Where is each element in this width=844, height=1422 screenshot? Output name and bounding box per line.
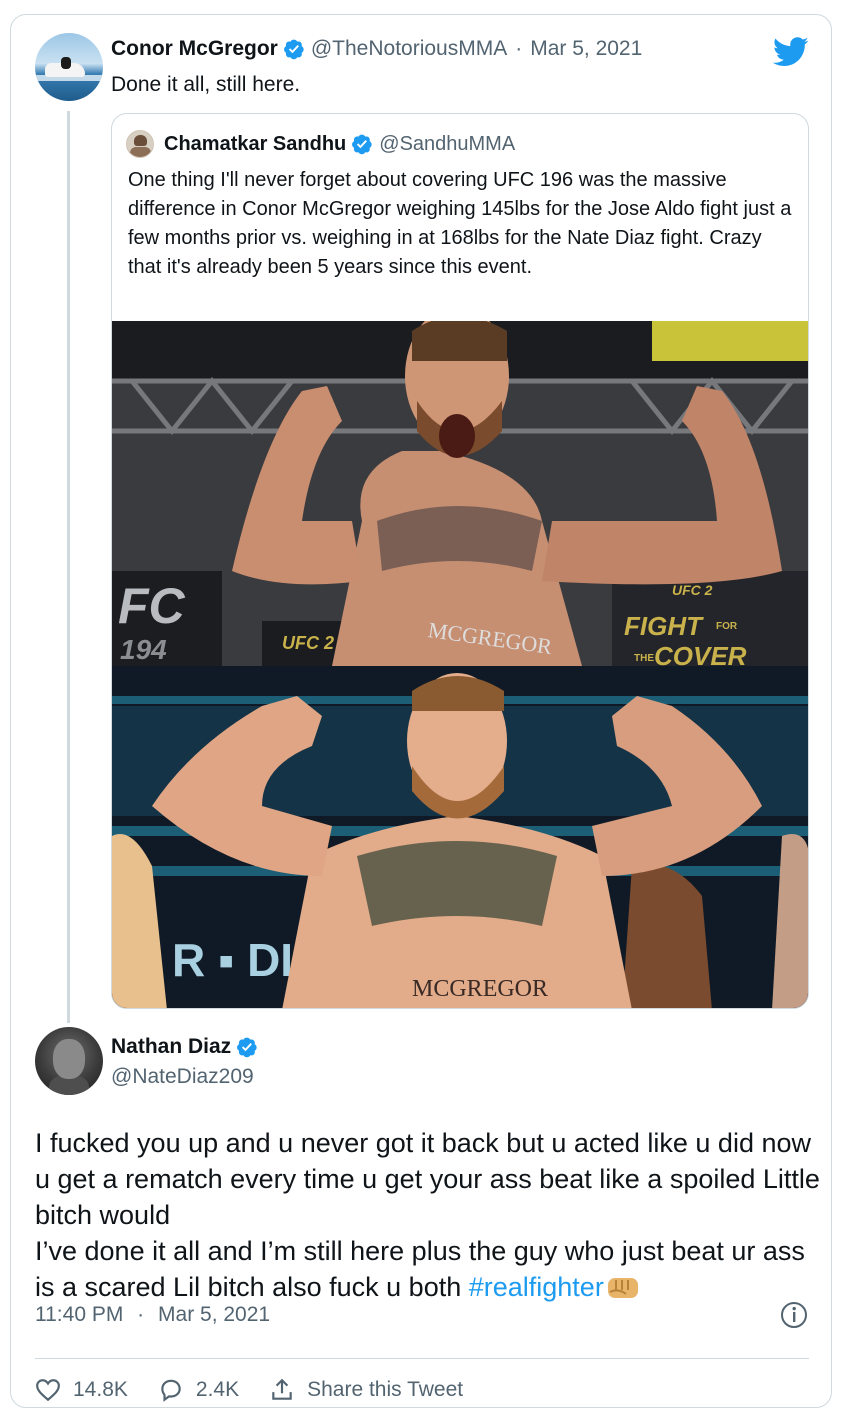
reply-text-line2: I’ve done it all and I’m still here plus…	[35, 1233, 825, 1305]
quoted-author-name: Chamatkar Sandhu	[164, 132, 347, 155]
quoted-tweet-text: One thing I'll never forget about coveri…	[128, 169, 792, 278]
embedded-tweet-card: Conor McGregor @TheNotoriousMMA · Mar 5,…	[10, 14, 832, 1408]
reply-count: 2.4K	[195, 1378, 240, 1401]
reply-timestamp[interactable]: 11:40 PM · Mar 5, 2021	[35, 1303, 270, 1327]
reply-button[interactable]: 2.4K	[158, 1377, 239, 1403]
nathan-avatar[interactable]	[35, 1027, 103, 1095]
heart-icon	[36, 1379, 60, 1402]
photo1-banner-left: FC	[118, 578, 186, 634]
photo1-sign-line2: COVER	[654, 641, 747, 666]
share-button[interactable]: Share this Tweet	[269, 1377, 463, 1403]
photo1-badge: UFC 2	[282, 633, 334, 653]
quoted-tweet-header: Chamatkar Sandhu @SandhuMMA	[126, 130, 515, 158]
weigh-in-photo-1-illustration: FC 194 UFC 2 FIGHT FOR THE COVER UFC 2 M…	[112, 321, 808, 666]
reply-text-line2-body: I’ve done it all and I’m still here plus…	[35, 1236, 805, 1302]
like-count: 14.8K	[73, 1378, 128, 1401]
photo1-sign-for: FOR	[716, 621, 738, 632]
reply-date: Mar 5, 2021	[158, 1303, 271, 1326]
sandhu-avatar	[126, 130, 154, 158]
reply-bubble-icon	[161, 1379, 181, 1402]
actions-divider	[35, 1358, 809, 1359]
reply-tweet-text: I fucked you up and u never got it back …	[35, 1125, 825, 1305]
reply-time: 11:40 PM	[35, 1303, 124, 1326]
weigh-in-photo-ufc196[interactable]: R ▪ DIA MCGREGOR	[112, 666, 808, 1008]
reply-author-row: Nathan Diaz	[111, 1035, 264, 1059]
parent-tweet-date[interactable]: Mar 5, 2021	[530, 37, 642, 61]
hashtag-link[interactable]: #realfighter	[469, 1272, 604, 1302]
twitter-bird-icon[interactable]	[773, 37, 809, 67]
parent-tweet-text: Done it all, still here.	[111, 73, 301, 96]
weigh-in-photo-2-illustration: R ▪ DIA MCGREGOR	[112, 666, 808, 1008]
thread-line	[67, 111, 70, 1023]
verified-badge-icon	[283, 39, 304, 60]
share-icon	[272, 1378, 292, 1400]
photo1-sign-line1: FIGHT	[624, 611, 704, 641]
verified-badge-icon	[237, 1037, 257, 1058]
photo1-sign-top: UFC 2	[672, 582, 713, 598]
separator-dot: ·	[515, 37, 523, 60]
reply-text-line1: I fucked you up and u never got it back …	[35, 1128, 820, 1230]
share-label: Share this Tweet	[307, 1378, 464, 1401]
weigh-in-photo-ufc194[interactable]: FC 194 UFC 2 FIGHT FOR THE COVER UFC 2 M…	[112, 321, 808, 666]
reply-author-name[interactable]: Nathan Diaz	[111, 1035, 231, 1059]
reply-author-handle[interactable]: @NateDiaz209	[111, 1065, 254, 1089]
photo1-sign-the: THE	[634, 653, 654, 664]
photo2-trunks-text: MCGREGOR	[412, 976, 548, 1002]
tweet-actions: 14.8K 2.4K Share this Tweet	[35, 1377, 493, 1403]
like-button[interactable]: 14.8K	[35, 1377, 128, 1403]
fist-emoji-icon	[607, 1278, 638, 1298]
parent-author-name[interactable]: Conor McGregor	[111, 37, 278, 61]
photo1-banner-left-sub: 194	[120, 634, 167, 665]
separator-dot: ·	[137, 1303, 145, 1326]
parent-author-handle[interactable]: @TheNotoriousMMA	[311, 37, 507, 61]
quoted-author-handle: @SandhuMMA	[379, 132, 516, 155]
quoted-tweet[interactable]: Chamatkar Sandhu @SandhuMMA One thing I'…	[111, 113, 809, 1009]
conor-avatar[interactable]	[35, 33, 103, 101]
info-icon[interactable]	[779, 1300, 809, 1330]
parent-tweet-header: Conor McGregor @TheNotoriousMMA · Mar 5,…	[111, 37, 642, 61]
verified-badge-icon	[352, 134, 372, 155]
